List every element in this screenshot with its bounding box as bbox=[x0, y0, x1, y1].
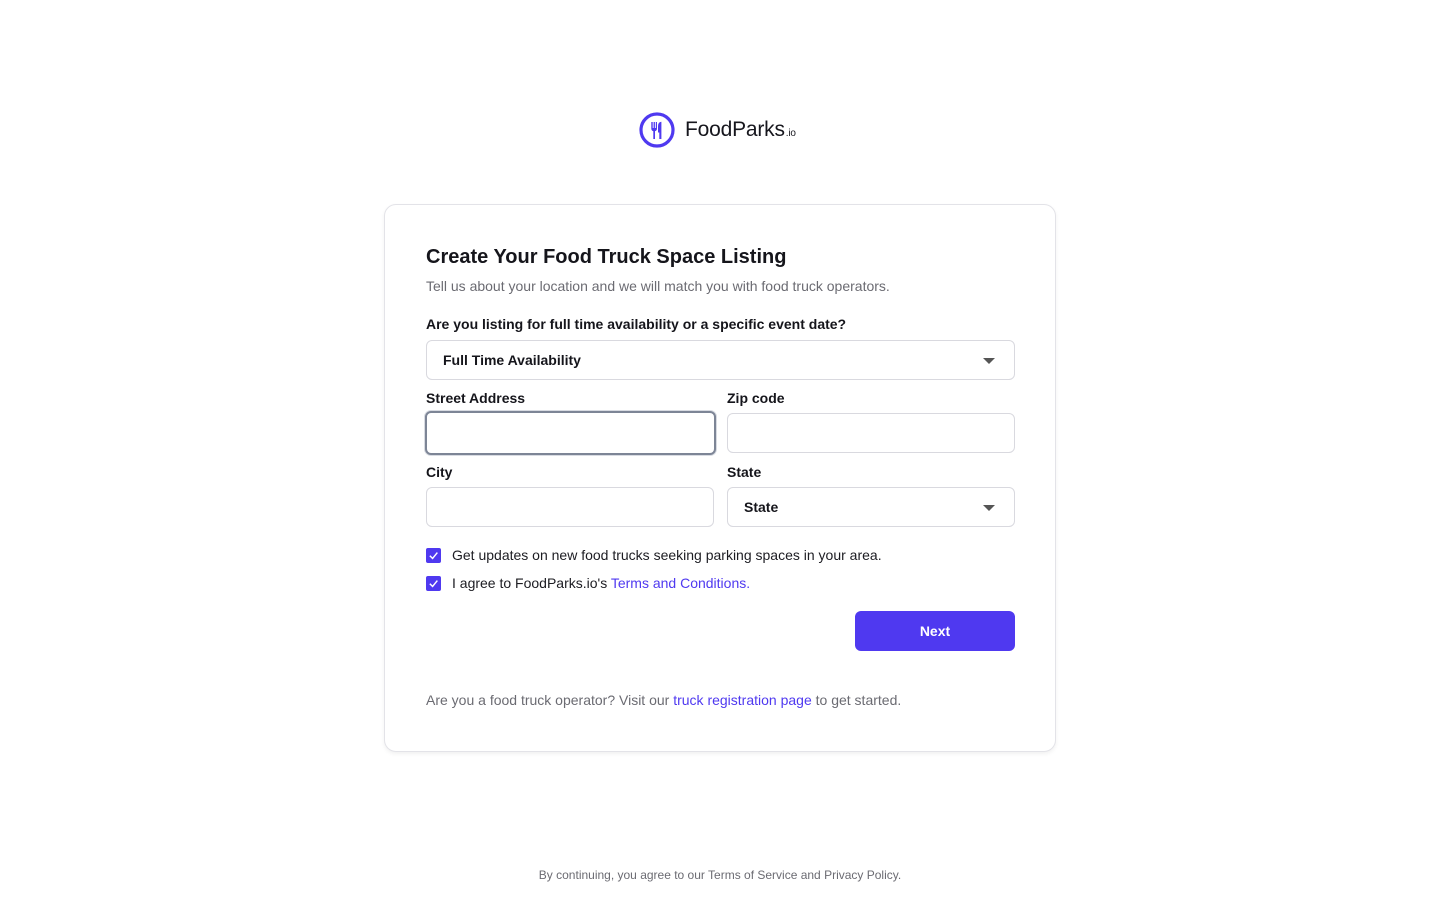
chevron-down-icon bbox=[983, 505, 995, 511]
operator-note-prefix: Are you a food truck operator? Visit our bbox=[426, 692, 674, 708]
next-button[interactable]: Next bbox=[855, 611, 1015, 651]
availability-select-value: Full Time Availability bbox=[443, 352, 581, 368]
terms-label-prefix: I agree to FoodParks.io's bbox=[452, 575, 611, 591]
street-address-input[interactable] bbox=[425, 411, 716, 455]
street-address-label: Street Address bbox=[426, 390, 526, 406]
checkmark-icon bbox=[429, 579, 438, 588]
form-subtitle: Tell us about your location and we will … bbox=[426, 278, 890, 294]
terms-and-conditions-link[interactable]: Terms and Conditions bbox=[611, 575, 746, 591]
zip-code-input[interactable] bbox=[727, 413, 1015, 453]
form-title: Create Your Food Truck Space Listing bbox=[426, 246, 787, 268]
checkmark-icon bbox=[429, 551, 438, 560]
state-label: State bbox=[727, 464, 762, 480]
brand-logo[interactable]: FoodParks.io bbox=[638, 111, 796, 149]
operator-note-suffix: to get started. bbox=[811, 692, 902, 708]
operator-note: Are you a food truck operator? Visit our… bbox=[426, 692, 901, 708]
updates-checkbox-row[interactable]: Get updates on new food trucks seeking p… bbox=[426, 547, 882, 563]
legal-footer: By continuing, you agree to our Terms of… bbox=[538, 868, 902, 882]
chevron-down-icon bbox=[983, 358, 995, 364]
terms-checkbox-row[interactable]: I agree to FoodParks.io's Terms and Cond… bbox=[426, 575, 750, 591]
city-input[interactable] bbox=[426, 487, 714, 527]
availability-label: Are you listing for full time availabili… bbox=[426, 316, 847, 332]
terms-checkbox-label: I agree to FoodParks.io's Terms and Cond… bbox=[452, 575, 750, 591]
terms-label-suffix: . bbox=[746, 575, 751, 591]
state-select-value: State bbox=[744, 499, 779, 515]
fork-knife-circle-icon bbox=[639, 112, 675, 148]
listing-form-card: Create Your Food Truck Space Listing Tel… bbox=[384, 204, 1056, 752]
state-select[interactable]: State bbox=[727, 487, 1015, 527]
updates-checkbox[interactable] bbox=[426, 547, 441, 563]
availability-select[interactable]: Full Time Availability bbox=[426, 340, 1015, 380]
brand-name: FoodParks bbox=[685, 118, 785, 141]
truck-registration-link[interactable]: truck registration page bbox=[673, 692, 812, 708]
terms-checkbox[interactable] bbox=[426, 575, 441, 591]
updates-checkbox-label: Get updates on new food trucks seeking p… bbox=[452, 547, 882, 563]
zip-code-label: Zip code bbox=[727, 390, 785, 406]
brand-suffix: .io bbox=[785, 128, 796, 139]
city-label: City bbox=[426, 464, 453, 480]
